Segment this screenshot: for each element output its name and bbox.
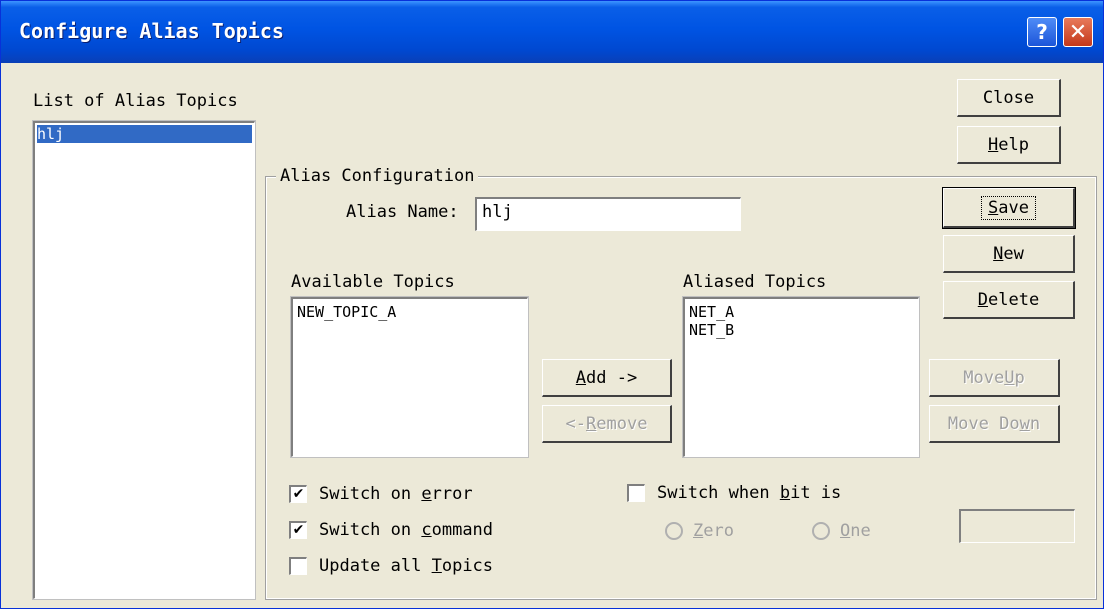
list-item[interactable]: hlj — [37, 125, 252, 143]
move-down-button[interactable]: Move Do w n — [929, 405, 1060, 443]
switch-on-command-post: ommand — [431, 520, 494, 540]
one-post: ne — [850, 521, 871, 541]
new-label-hotkey: N — [993, 243, 1004, 264]
help-button[interactable]: Help — [957, 126, 1061, 164]
new-label-post: ew — [1003, 243, 1024, 264]
switch-on-error-checkbox[interactable]: ✔ — [289, 485, 307, 503]
switch-when-bit-label[interactable]: Switch when bit is — [657, 483, 841, 503]
zero-post: ero — [703, 521, 734, 541]
remove-label-hotkey: R — [586, 413, 597, 434]
available-topics-list[interactable]: NEW_TOPIC_A — [290, 296, 529, 458]
remove-button[interactable]: <- Remove — [542, 405, 672, 443]
help-label-post: elp — [998, 134, 1029, 155]
aliased-topics-label: Aliased Topics — [683, 272, 827, 292]
update-all-topics-label[interactable]: Update all Topics — [319, 556, 493, 576]
question-icon: ? — [1036, 20, 1048, 44]
alias-name-label: Alias Name: — [346, 202, 459, 222]
delete-label-hotkey: D — [977, 289, 989, 310]
available-topics-label: Available Topics — [291, 272, 455, 292]
check-icon: ✔ — [292, 486, 305, 502]
update-all-topics-pre: Update all — [319, 556, 432, 576]
list-item[interactable]: NEW_TOPIC_A — [297, 303, 523, 321]
close-button[interactable]: Close — [957, 79, 1061, 117]
bit-value-input[interactable] — [959, 509, 1075, 543]
switch-on-command-checkbox[interactable]: ✔ — [289, 521, 307, 539]
alias-topics-list[interactable]: hlj — [32, 120, 256, 600]
remove-label-pre: <- — [565, 413, 587, 434]
delete-button[interactable]: Delete — [943, 281, 1075, 319]
help-title-button[interactable]: ? — [1027, 17, 1057, 47]
move-up-label-post: p — [1014, 367, 1025, 388]
switch-when-bit-pre: Switch when — [657, 483, 780, 503]
switch-on-command-hotkey: c — [421, 520, 432, 540]
switch-on-error-hotkey: e — [421, 484, 432, 504]
aliased-topics-list[interactable]: NET_A NET_B — [682, 296, 920, 458]
move-up-button[interactable]: Move Up — [929, 359, 1060, 397]
one-hotkey: O — [840, 521, 851, 541]
close-icon: ✕ — [1068, 19, 1088, 45]
zero-radio[interactable] — [665, 522, 683, 540]
add-label-post: dd -> — [586, 367, 638, 388]
alias-name-value: hlj — [482, 202, 513, 222]
one-label[interactable]: One — [840, 521, 871, 541]
alias-topics-list-label: List of Alias Topics — [33, 91, 238, 111]
move-down-label-post: n — [1029, 413, 1041, 434]
close-title-button[interactable]: ✕ — [1063, 17, 1093, 47]
save-label-post: ave — [998, 197, 1029, 218]
title-bar[interactable]: Configure Alias Topics ? ✕ — [1, 1, 1103, 63]
zero-hotkey: Z — [693, 521, 704, 541]
close-button-label: Close — [982, 87, 1035, 108]
switch-when-bit-post: it is — [790, 483, 842, 503]
save-button[interactable]: Save — [942, 187, 1076, 229]
alias-name-input[interactable]: hlj — [475, 197, 741, 231]
save-label-hotkey: S — [988, 197, 999, 218]
switch-on-error-label[interactable]: Switch on error — [319, 484, 473, 504]
one-radio[interactable] — [812, 522, 830, 540]
move-up-label-pre: Move — [963, 367, 1005, 388]
switch-on-error-post: rror — [431, 484, 473, 504]
alias-configuration-label: Alias Configuration — [276, 166, 479, 186]
switch-on-command-label[interactable]: Switch on command — [319, 520, 493, 540]
help-label-hotkey: H — [988, 134, 999, 155]
new-button[interactable]: New — [943, 235, 1075, 273]
update-all-topics-post: opics — [441, 556, 494, 576]
check-icon: ✔ — [292, 522, 305, 538]
list-item[interactable]: NET_A — [689, 303, 914, 321]
dialog-title: Configure Alias Topics — [19, 19, 284, 43]
switch-when-bit-checkbox[interactable] — [627, 484, 645, 502]
switch-on-error-pre: Switch on — [319, 484, 422, 504]
switch-when-bit-hotkey: b — [779, 483, 791, 503]
list-item[interactable]: NET_B — [689, 321, 914, 339]
move-down-label-hotkey: w — [1019, 413, 1030, 434]
update-all-topics-hotkey: T — [431, 556, 442, 576]
update-all-topics-checkbox[interactable] — [289, 557, 307, 575]
add-button[interactable]: Add -> — [542, 359, 672, 397]
add-label-hotkey: A — [575, 367, 587, 388]
move-down-label-pre: Move Do — [947, 413, 1020, 434]
zero-label[interactable]: Zero — [693, 521, 734, 541]
delete-label-post: elete — [988, 289, 1040, 310]
switch-on-command-pre: Switch on — [319, 520, 422, 540]
configure-alias-topics-dialog: Configure Alias Topics ? ✕ List of Alias… — [0, 0, 1104, 609]
remove-label-post: emove — [596, 413, 648, 434]
move-up-label-hotkey: U — [1004, 367, 1015, 388]
